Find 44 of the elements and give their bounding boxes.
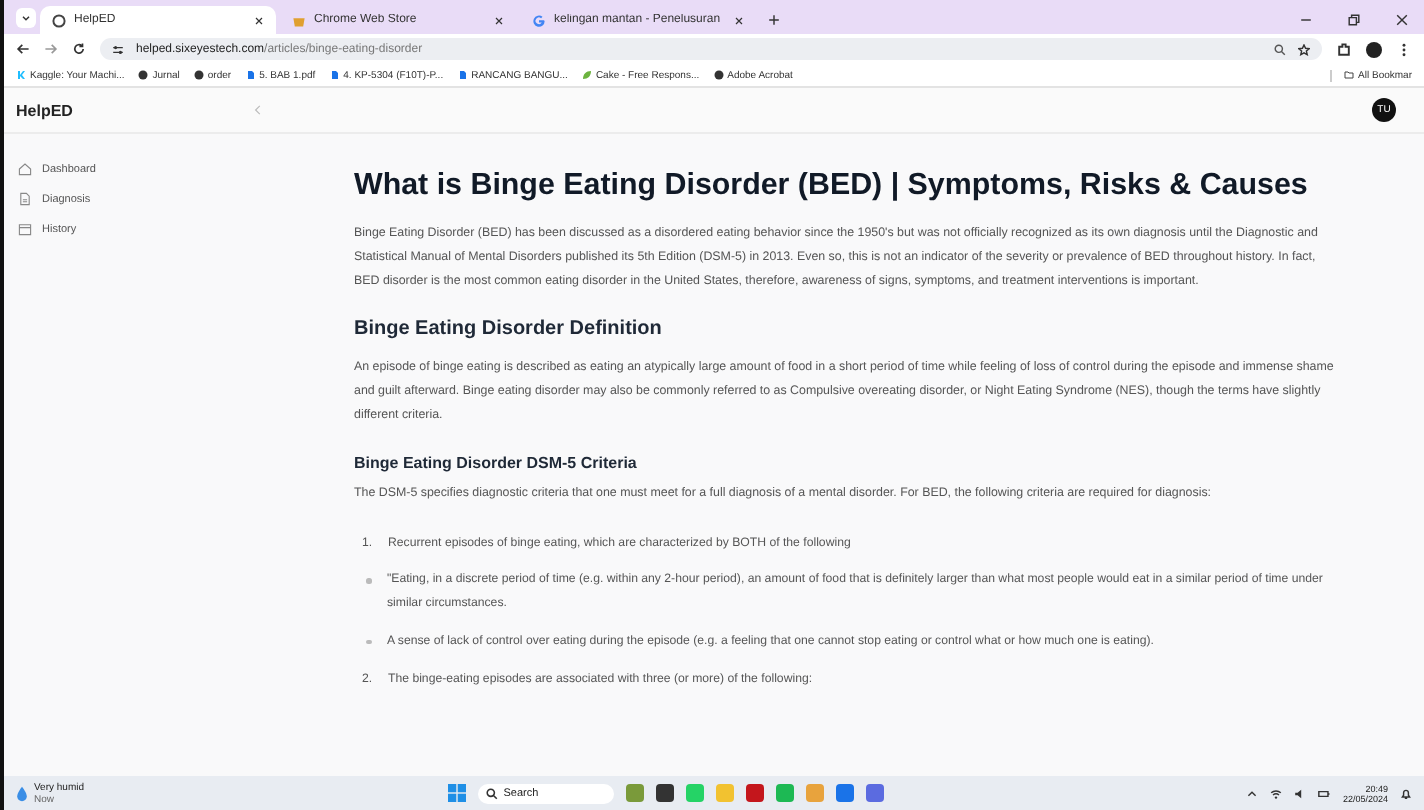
- article-title: What is Binge Eating Disorder (BED) | Symptoms, Risks & Causes: [354, 168, 1310, 202]
- close-icon[interactable]: [254, 15, 264, 25]
- brand-name: HelpED: [16, 101, 73, 119]
- extensions-icon[interactable]: [1336, 41, 1352, 57]
- back-button[interactable]: [16, 42, 30, 56]
- document-icon: [457, 70, 468, 80]
- bullet-icon: [366, 639, 371, 645]
- search-icon: [485, 787, 498, 799]
- document-icon: [329, 70, 340, 80]
- section-heading: Binge Eating Disorder Definition: [354, 318, 664, 341]
- globe-icon: [193, 70, 204, 80]
- close-icon[interactable]: [734, 15, 744, 25]
- site-settings-icon[interactable]: [112, 43, 124, 55]
- close-icon[interactable]: [494, 15, 504, 25]
- battery-icon[interactable]: [1318, 787, 1331, 799]
- home-icon: [18, 162, 32, 176]
- profile-avatar[interactable]: [1366, 41, 1382, 57]
- leaf-icon: [581, 70, 592, 80]
- g-logo-icon: [532, 13, 546, 27]
- document-icon: [245, 70, 256, 80]
- globe-icon: [52, 13, 66, 27]
- forward-button[interactable]: [44, 42, 58, 56]
- globe-icon: [138, 70, 149, 80]
- store-icon: [292, 13, 306, 27]
- minimize-button[interactable]: [1300, 14, 1312, 26]
- wifi-icon[interactable]: [1270, 787, 1283, 799]
- zoom-icon[interactable]: [1274, 43, 1286, 55]
- document-icon: [18, 192, 32, 206]
- bell-icon[interactable]: [1400, 787, 1413, 799]
- close-button[interactable]: [1396, 14, 1408, 26]
- new-tab-button[interactable]: [768, 14, 780, 26]
- subsection-heading: Binge Eating Disorder DSM-5 Criteria: [354, 453, 639, 472]
- speaker-icon[interactable]: [1294, 787, 1307, 799]
- restore-button[interactable]: [1348, 14, 1360, 26]
- bookmark-star-icon[interactable]: [1298, 43, 1310, 55]
- chevron-icon: [20, 12, 32, 24]
- tray-chevron-icon[interactable]: [1246, 787, 1259, 799]
- bullet-icon: [366, 578, 371, 584]
- reload-button[interactable]: [72, 42, 86, 56]
- k-logo-icon: [16, 70, 26, 80]
- tab-search-button[interactable]: [16, 8, 36, 28]
- windows-start-icon[interactable]: [447, 784, 466, 802]
- raindrop-icon: [16, 785, 28, 801]
- globe-icon: [713, 70, 724, 80]
